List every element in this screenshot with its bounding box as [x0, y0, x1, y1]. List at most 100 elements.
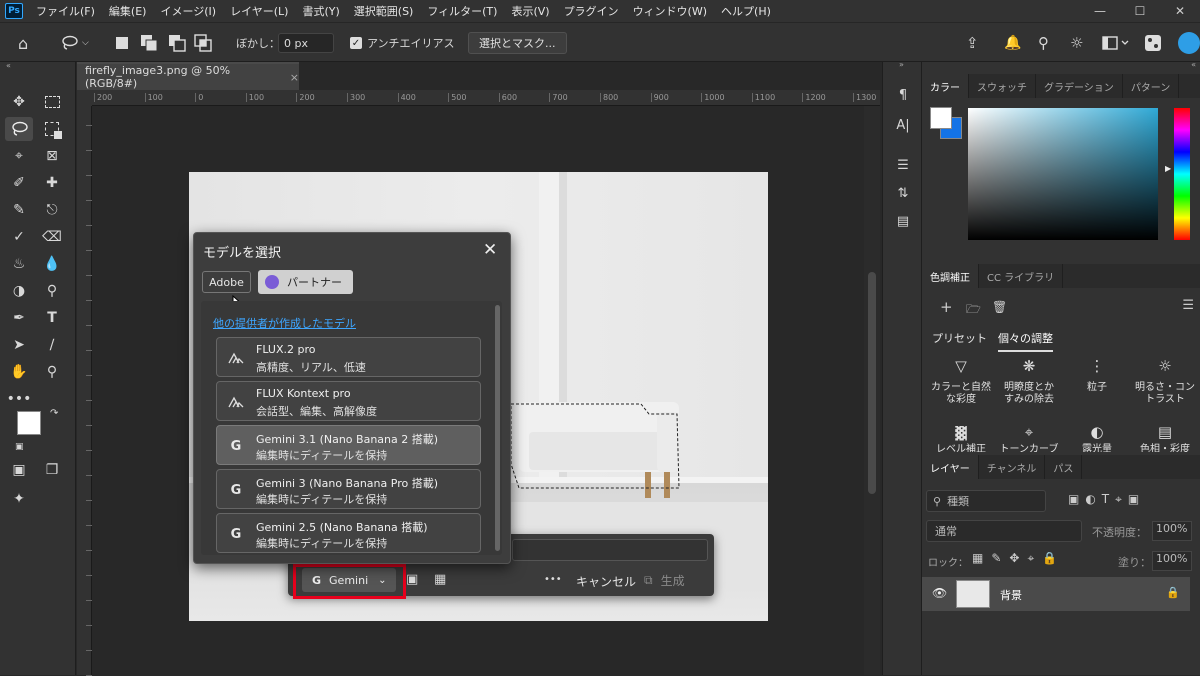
- model-option[interactable]: G Gemini 2.5 (Nano Banana 搭載) 編集時にディテールを保持: [216, 513, 481, 553]
- move-tool-icon[interactable]: ✥: [5, 90, 33, 114]
- clone-stamp-tool-icon[interactable]: ⎋: [38, 198, 66, 222]
- more-tools-icon[interactable]: •••: [5, 387, 33, 411]
- more-options-icon[interactable]: •••: [544, 574, 562, 585]
- opacity-input[interactable]: 100%: [1152, 521, 1192, 541]
- quick-mask-icon[interactable]: ▣: [5, 458, 33, 482]
- layer-row[interactable]: 👁 背景 🔒: [922, 577, 1190, 611]
- menu-item[interactable]: イメージ(I): [153, 3, 223, 19]
- sponge-tool-icon[interactable]: ⚲: [38, 279, 66, 303]
- workspace-icon[interactable]: [1102, 32, 1130, 54]
- other-providers-link[interactable]: 他の提供者が作成したモデル: [213, 315, 356, 331]
- type-tool-icon[interactable]: T: [38, 306, 66, 330]
- adjustment-item[interactable]: ◐ 露光量: [1064, 426, 1130, 452]
- maximize-icon[interactable]: ☐: [1120, 0, 1160, 22]
- pen-tool-icon[interactable]: ✒: [5, 306, 33, 330]
- presets-tab[interactable]: プリセット: [932, 330, 987, 346]
- panel-tab[interactable]: スウォッチ: [969, 74, 1036, 98]
- document-tab[interactable]: firefly_image3.png @ 50% (RGB/8#) ×: [77, 62, 299, 90]
- default-colors-icon[interactable]: ▣: [15, 442, 24, 452]
- panel-tab[interactable]: レイヤー: [922, 455, 979, 479]
- folder-icon[interactable]: 🗁: [966, 300, 981, 321]
- hue-slider[interactable]: [1174, 108, 1190, 240]
- menu-item[interactable]: フィルター(T): [420, 3, 504, 19]
- model-option[interactable]: FLUX.2 pro 高精度、リアル、低速: [216, 337, 481, 377]
- adjustment-item[interactable]: ❋ 明瞭度とか すみの除去: [996, 359, 1062, 406]
- prompt-input[interactable]: [512, 539, 708, 561]
- menu-item[interactable]: 選択範囲(S): [347, 3, 421, 19]
- panel-menu-icon[interactable]: ☰: [1182, 298, 1194, 313]
- dodge-tool-icon[interactable]: ◑: [5, 279, 33, 303]
- close-dialog-icon[interactable]: ✕: [483, 240, 497, 260]
- model-option[interactable]: G Gemini 3.1 (Nano Banana 2 搭載) 編集時にディテールを…: [216, 425, 481, 465]
- adjustment-item[interactable]: ▓ レベル補正: [928, 426, 994, 452]
- share-icon[interactable]: ⇪: [966, 32, 979, 54]
- model-option[interactable]: FLUX Kontext pro 会話型、編集、高解像度: [216, 381, 481, 421]
- variations-icon[interactable]: ▦: [434, 572, 446, 587]
- menu-item[interactable]: 書式(Y): [295, 3, 346, 19]
- path-selection-tool-icon[interactable]: ➤: [5, 333, 33, 357]
- paint-bucket-tool-icon[interactable]: ♨: [5, 252, 33, 276]
- paragraph-icon[interactable]: ¶: [891, 84, 915, 106]
- panel-tab[interactable]: CC ライブラリ: [979, 264, 1064, 288]
- panel-fg-swatch[interactable]: [930, 107, 952, 129]
- panel-tab[interactable]: グラデーション: [1036, 74, 1123, 98]
- trash-icon[interactable]: 🗑: [992, 300, 1007, 314]
- notifications-bell-icon[interactable]: 🔔: [1004, 32, 1021, 54]
- panel-tab[interactable]: カラー: [922, 74, 969, 98]
- blur-tool-icon[interactable]: 💧: [38, 252, 66, 276]
- foreground-color-swatch[interactable]: [17, 411, 41, 435]
- blend-mode-select[interactable]: 通常: [926, 520, 1082, 542]
- history-icon[interactable]: ⇅: [891, 182, 915, 204]
- collapse-panel-icon[interactable]: «: [6, 61, 11, 70]
- crop-tool-icon[interactable]: ⌖: [5, 144, 33, 168]
- minimize-icon[interactable]: —: [1080, 0, 1120, 22]
- layer-filter-icons[interactable]: ▣◐T⌖▣: [1068, 492, 1145, 507]
- panel-tab[interactable]: チャンネル: [979, 455, 1046, 479]
- antialias-checkbox[interactable]: ✓ アンチエイリアス: [350, 32, 455, 54]
- menu-item[interactable]: レイヤー(L): [223, 3, 295, 19]
- discover-lightbulb-icon[interactable]: ☼: [1070, 32, 1083, 54]
- panel-tab[interactable]: パス: [1045, 455, 1083, 479]
- zoom-tool-icon[interactable]: ⚲: [38, 360, 66, 384]
- generative-tool-icon[interactable]: ✦: [5, 487, 33, 511]
- adobe-tab[interactable]: Adobe: [202, 271, 251, 293]
- close-tab-icon[interactable]: ×: [290, 71, 299, 84]
- visibility-eye-icon[interactable]: 👁: [932, 586, 947, 600]
- menu-item[interactable]: プラグイン: [557, 3, 626, 19]
- scrollbar-thumb[interactable]: [868, 272, 876, 494]
- intersect-selection-icon[interactable]: [194, 32, 212, 54]
- marquee-tool-icon[interactable]: [38, 90, 66, 114]
- list-scrollbar[interactable]: [495, 305, 500, 551]
- panel-tab[interactable]: パターン: [1123, 74, 1180, 98]
- color-picker-field[interactable]: [968, 108, 1158, 240]
- adjustment-item[interactable]: ▤ 色相・彩度: [1132, 426, 1198, 452]
- add-icon[interactable]: +: [940, 298, 953, 316]
- character-icon[interactable]: A|: [891, 114, 915, 136]
- screen-mode-icon[interactable]: ❐: [38, 458, 66, 482]
- menu-item[interactable]: 編集(E): [102, 3, 154, 19]
- adjustment-item[interactable]: ▽ カラーと自然 な彩度: [928, 359, 994, 406]
- menu-item[interactable]: ヘルプ(H): [714, 3, 778, 19]
- feather-input[interactable]: 0 px: [278, 33, 334, 53]
- adjustment-item[interactable]: ⌖ トーンカーブ: [996, 426, 1062, 452]
- generate-button[interactable]: ⧉ 生成: [644, 568, 706, 592]
- adjustment-item[interactable]: ⋮ 粒子: [1064, 359, 1130, 394]
- menu-item[interactable]: 表示(V): [504, 3, 556, 19]
- brush-tool-icon[interactable]: ✎: [5, 198, 33, 222]
- object-selection-tool-icon[interactable]: [38, 117, 66, 141]
- subtract-selection-icon[interactable]: [168, 32, 186, 54]
- frame-tool-icon[interactable]: ⊠: [38, 144, 66, 168]
- hue-pointer-icon[interactable]: ▶: [1165, 164, 1171, 173]
- adjustment-item[interactable]: ☼ 明るさ・コン トラスト: [1132, 359, 1198, 406]
- menu-item[interactable]: ウィンドウ(W): [626, 3, 714, 19]
- swap-colors-icon[interactable]: ↷: [50, 408, 58, 419]
- lasso-preset-icon[interactable]: ⌵: [60, 32, 98, 54]
- lock-icons[interactable]: ▦✎✥⌖🔒: [972, 551, 1065, 566]
- expand-panels-icon[interactable]: »: [899, 60, 904, 69]
- partner-tab[interactable]: パートナー: [258, 270, 353, 294]
- new-selection-icon[interactable]: [116, 32, 128, 54]
- vertical-scrollbar[interactable]: [864, 106, 880, 675]
- cloud-avatar-icon[interactable]: [1178, 32, 1200, 54]
- collapse-right-icon[interactable]: «: [1191, 60, 1196, 69]
- search-icon[interactable]: ⚲: [1038, 32, 1049, 54]
